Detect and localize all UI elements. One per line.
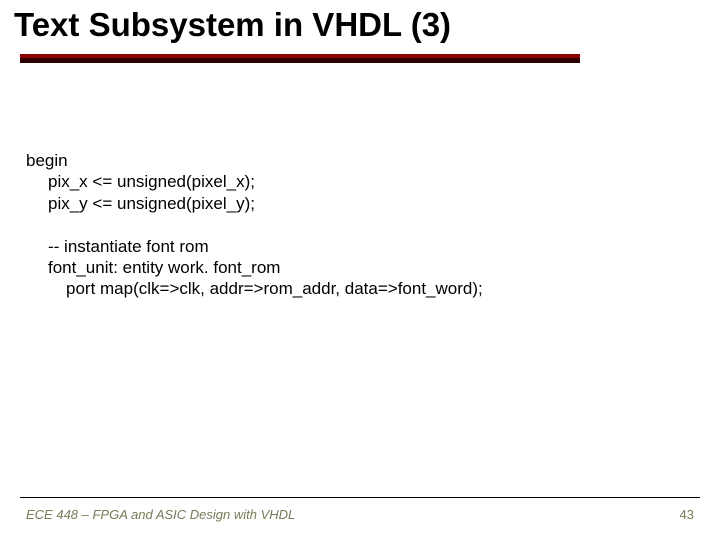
title-rule-dark xyxy=(20,58,580,63)
code-line: pix_x <= unsigned(pixel_x); xyxy=(26,171,694,192)
slide: Text Subsystem in VHDL (3) begin pix_x <… xyxy=(0,0,720,540)
slide-body: begin pix_x <= unsigned(pixel_x); pix_y … xyxy=(26,150,694,300)
code-line: font_unit: entity work. font_rom xyxy=(26,257,694,278)
code-line: pix_y <= unsigned(pixel_y); xyxy=(26,193,694,214)
code-line: begin xyxy=(26,150,694,171)
slide-title: Text Subsystem in VHDL (3) xyxy=(14,6,451,44)
page-number: 43 xyxy=(680,507,694,522)
footer-course: ECE 448 – FPGA and ASIC Design with VHDL xyxy=(26,507,295,522)
code-line: -- instantiate font rom xyxy=(26,236,694,257)
code-line: port map(clk=>clk, addr=>rom_addr, data=… xyxy=(26,278,694,299)
footer-rule xyxy=(20,497,700,498)
